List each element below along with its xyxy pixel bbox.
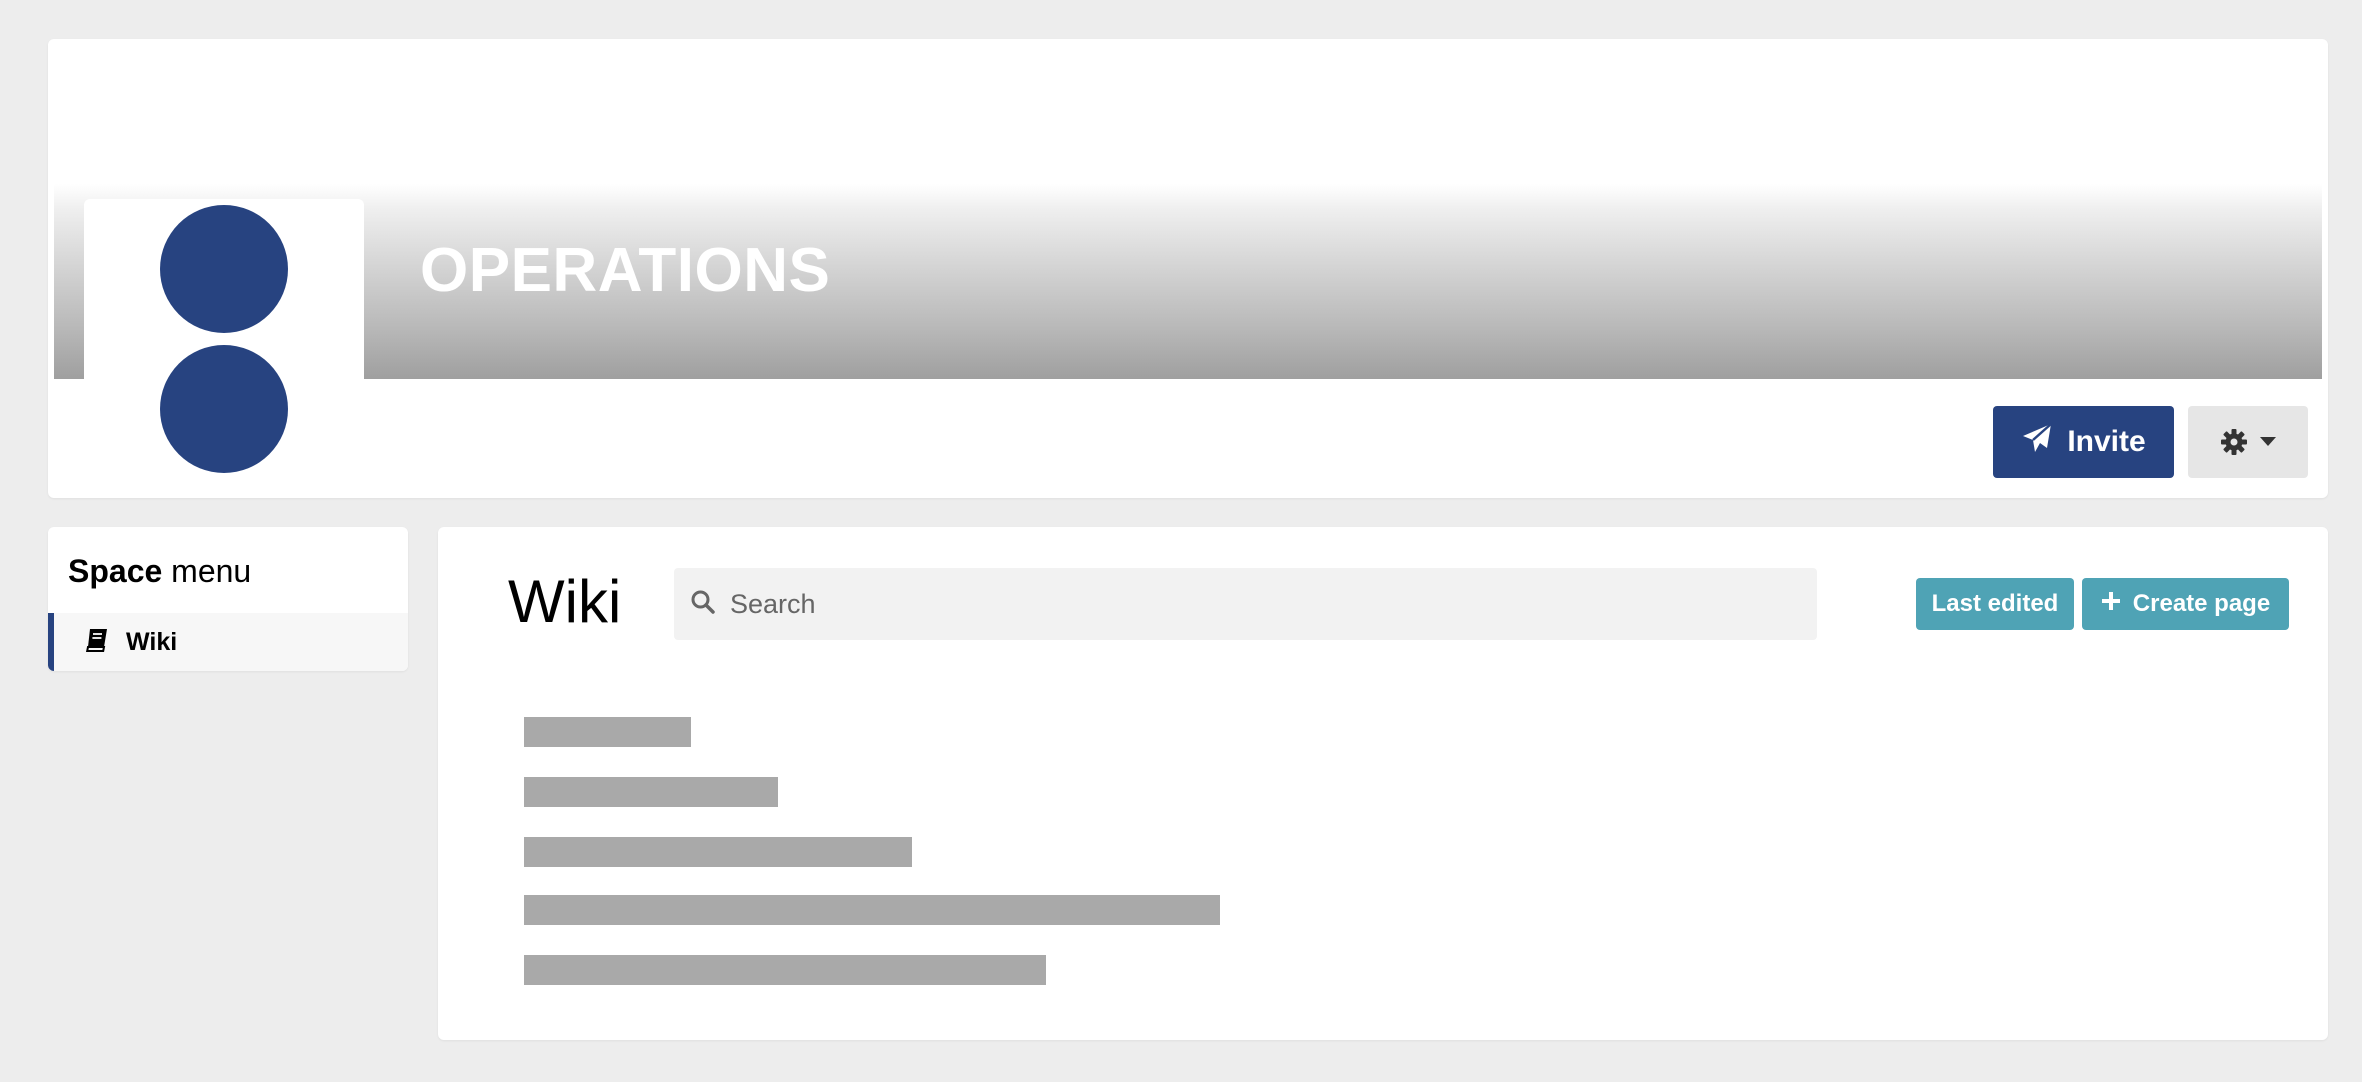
logo-circle-top bbox=[160, 205, 288, 333]
page-list-item[interactable] bbox=[524, 895, 1220, 925]
create-page-button[interactable]: Create page bbox=[2082, 578, 2289, 630]
create-page-label: Create page bbox=[2132, 590, 2271, 617]
search-input[interactable] bbox=[728, 574, 1808, 634]
page-list-item[interactable] bbox=[524, 955, 1046, 985]
search-icon bbox=[690, 589, 716, 620]
caret-down-icon bbox=[2260, 437, 2276, 447]
page-list-item[interactable] bbox=[524, 837, 912, 867]
space-menu-heading: Space menu bbox=[68, 553, 252, 589]
logo-circle-bottom bbox=[160, 345, 288, 473]
invite-button[interactable]: Invite bbox=[1993, 406, 2174, 478]
plus-icon bbox=[2101, 590, 2121, 618]
page-title: Wiki bbox=[508, 568, 622, 635]
last-edited-button[interactable]: Last edited bbox=[1916, 578, 2074, 630]
wiki-panel: Wiki Last edited Create page bbox=[438, 527, 2328, 1040]
page-list-item[interactable] bbox=[524, 717, 691, 747]
invite-label: Invite bbox=[2067, 425, 2146, 458]
paper-plane-icon bbox=[2021, 422, 2053, 462]
sidebar-item-label: Wiki bbox=[126, 627, 178, 656]
space-title: OPERATIONS bbox=[420, 236, 831, 305]
space-header: OPERATIONS Invite bbox=[48, 39, 2328, 498]
last-edited-label: Last edited bbox=[1931, 590, 2059, 617]
sidebar-item-wiki[interactable]: Wiki bbox=[48, 613, 408, 671]
search-box[interactable] bbox=[674, 568, 1817, 640]
book-icon bbox=[84, 627, 110, 658]
space-menu: Space menu Wiki bbox=[48, 527, 408, 671]
gear-icon bbox=[2220, 428, 2248, 456]
page-list-item[interactable] bbox=[524, 777, 778, 807]
space-logo[interactable] bbox=[84, 199, 364, 479]
settings-dropdown-button[interactable] bbox=[2188, 406, 2308, 478]
space-banner: OPERATIONS bbox=[54, 39, 2322, 379]
